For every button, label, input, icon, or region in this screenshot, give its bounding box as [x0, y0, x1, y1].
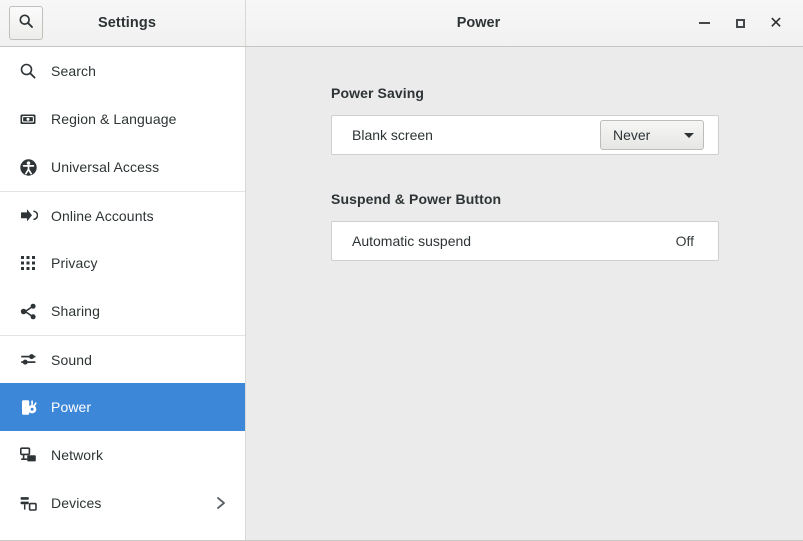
- sidebar-item-sound[interactable]: Sound: [0, 335, 245, 383]
- chevron-right-icon: [215, 495, 227, 511]
- sidebar-item-network[interactable]: Network: [0, 431, 245, 479]
- sidebar-item-region-language[interactable]: Region & Language: [0, 95, 245, 143]
- content-inner: Power Saving Blank screen Never Suspend …: [331, 85, 719, 261]
- header-sidebar-section: Settings: [0, 0, 246, 46]
- sidebar-item-devices[interactable]: Devices: [0, 479, 245, 527]
- sidebar-item-label: Search: [51, 63, 96, 79]
- region-language-icon: [17, 108, 39, 130]
- section-title: Suspend & Power Button: [331, 191, 502, 207]
- sidebar-item-sharing[interactable]: Sharing: [0, 287, 245, 335]
- sidebar-item-online-accounts[interactable]: Online Accounts: [0, 191, 245, 239]
- section-suspend-power-button: Suspend & Power Button Automatic suspend…: [331, 191, 719, 261]
- sidebar-item-search[interactable]: Search: [0, 47, 245, 95]
- accessibility-icon: [17, 156, 39, 178]
- power-saving-listbox: Blank screen Never: [331, 115, 719, 155]
- chevron-down-icon: [668, 132, 694, 138]
- content-area: Power Saving Blank screen Never Suspend …: [246, 47, 803, 540]
- network-icon: [17, 444, 39, 466]
- section-title: Power Saving: [331, 85, 425, 101]
- suspend-listbox: Automatic suspend Off: [331, 221, 719, 261]
- sidebar-item-label: Sound: [51, 351, 92, 368]
- sidebar-item-label: Network: [51, 447, 104, 463]
- settings-window: Settings Power ✕ Search Region & Languag…: [0, 0, 803, 541]
- sidebar-item-universal-access[interactable]: Universal Access: [0, 143, 245, 191]
- sidebar-item-power[interactable]: Power: [0, 383, 245, 431]
- sidebar-item-label: Privacy: [51, 255, 98, 271]
- sidebar-item-label: Devices: [51, 495, 102, 511]
- sound-icon: [17, 349, 39, 371]
- blank-screen-value: Never: [613, 127, 651, 143]
- header-bar: Settings Power ✕: [0, 0, 803, 47]
- window-body: Search Region & Language Universal Acces…: [0, 47, 803, 540]
- search-icon: [18, 13, 34, 34]
- page-title: Power: [456, 15, 501, 31]
- row-label: Blank screen: [352, 127, 433, 143]
- sidebar-item-label: Universal Access: [51, 159, 160, 175]
- row-label: Automatic suspend: [352, 233, 472, 249]
- search-icon: [17, 60, 39, 82]
- row-automatic-suspend[interactable]: Automatic suspend Off: [332, 222, 718, 260]
- sidebar-item-privacy[interactable]: Privacy: [0, 239, 245, 287]
- header-content-section: Power ✕: [246, 0, 803, 46]
- sidebar-item-label: Online Accounts: [51, 207, 154, 224]
- sidebar-item-label: Power: [51, 399, 92, 415]
- power-icon: [17, 396, 39, 418]
- sidebar-item-label: Region & Language: [51, 111, 177, 127]
- sharing-icon: [17, 300, 39, 322]
- settings-title: Settings: [98, 15, 156, 31]
- sidebar: Search Region & Language Universal Acces…: [0, 47, 246, 540]
- privacy-icon: [17, 252, 39, 274]
- online-accounts-icon: [17, 205, 39, 227]
- devices-icon: [17, 492, 39, 514]
- blank-screen-dropdown[interactable]: Never: [600, 120, 704, 150]
- section-power-saving: Power Saving Blank screen Never: [331, 85, 719, 155]
- search-button[interactable]: [9, 6, 43, 40]
- row-blank-screen[interactable]: Blank screen Never: [332, 116, 718, 154]
- sidebar-item-label: Sharing: [51, 303, 100, 319]
- automatic-suspend-value: Off: [675, 233, 694, 249]
